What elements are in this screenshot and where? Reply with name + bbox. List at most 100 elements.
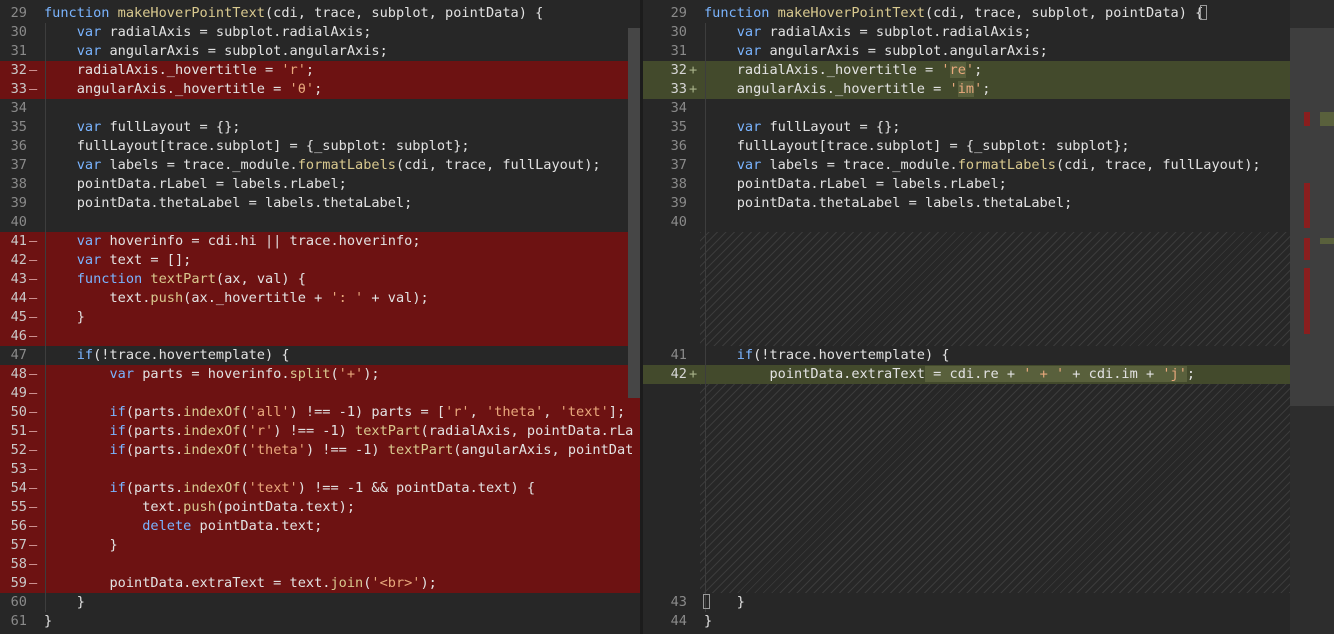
code-line[interactable]: 40 xyxy=(0,213,640,232)
deleted-line[interactable]: 44— text.push(ax._hovertitle + ': ' + va… xyxy=(0,289,640,308)
code-text[interactable]: } xyxy=(704,612,712,631)
code-line[interactable]: 35 var fullLayout = {}; xyxy=(643,118,1290,137)
added-line[interactable]: 42 + pointData.extraText = cdi.re + ' + '… xyxy=(643,365,1290,384)
code-text[interactable]: if(parts.indexOf('r') !== -1) textPart(r… xyxy=(44,422,633,441)
deleted-line[interactable]: 48— var parts = hoverinfo.split('+'); xyxy=(0,365,640,384)
code-line[interactable]: 61} xyxy=(0,612,640,631)
code-line[interactable]: 36 fullLayout[trace.subplot] = {_subplot… xyxy=(0,137,640,156)
deleted-line[interactable]: 32— radialAxis._hovertitle = 'r'; xyxy=(0,61,640,80)
deleted-line[interactable]: 45— } xyxy=(0,308,640,327)
code-text[interactable]: pointData.thetaLabel = labels.thetaLabel… xyxy=(44,194,413,213)
code-text[interactable]: } xyxy=(704,593,745,612)
code-text[interactable]: pointData.thetaLabel = labels.thetaLabel… xyxy=(704,194,1073,213)
code-text[interactable]: function makeHoverPointText(cdi, trace, … xyxy=(704,4,1203,23)
code-line[interactable]: 30 var radialAxis = subplot.radialAxis; xyxy=(643,23,1290,42)
code-line[interactable]: 41 if(!trace.hovertemplate) { xyxy=(643,346,1290,365)
added-line[interactable]: 32 + radialAxis._hovertitle = 're'; xyxy=(643,61,1290,80)
code-text[interactable]: text.push(ax._hovertitle + ': ' + val); xyxy=(44,289,428,308)
code-line[interactable]: 36 fullLayout[trace.subplot] = {_subplot… xyxy=(643,137,1290,156)
code-line[interactable]: 29 function makeHoverPointText(cdi, trace… xyxy=(643,4,1290,23)
code-line[interactable]: 35 var fullLayout = {}; xyxy=(0,118,640,137)
code-line[interactable]: 39 pointData.thetaLabel = labels.thetaLa… xyxy=(643,194,1290,213)
deleted-line[interactable]: 56— delete pointData.text; xyxy=(0,517,640,536)
code-text[interactable]: var angularAxis = subplot.angularAxis; xyxy=(44,42,388,61)
diff-minimap[interactable] xyxy=(1290,0,1334,634)
code-token: ' + ' xyxy=(1023,366,1065,382)
code-text[interactable]: var parts = hoverinfo.split('+'); xyxy=(44,365,379,384)
code-text[interactable]: pointData.extraText = text.join('<br>'); xyxy=(44,574,436,593)
code-line[interactable]: 43 } xyxy=(643,593,1290,612)
deleted-line[interactable]: 57— } xyxy=(0,536,640,555)
deleted-line[interactable]: 42— var text = []; xyxy=(0,251,640,270)
code-text[interactable]: pointData.extraText = cdi.re + ' + ' + c… xyxy=(704,365,1195,384)
code-text[interactable]: fullLayout[trace.subplot] = {_subplot: s… xyxy=(704,137,1130,156)
code-text[interactable]: var labels = trace._module.formatLabels(… xyxy=(704,156,1261,175)
code-text[interactable]: var fullLayout = {}; xyxy=(44,118,241,137)
code-text[interactable]: if(parts.indexOf('theta') !== -1) textPa… xyxy=(44,441,633,460)
code-text[interactable]: if(parts.indexOf('text') !== -1 && point… xyxy=(44,479,535,498)
code-line[interactable]: 31 var angularAxis = subplot.angularAxis… xyxy=(643,42,1290,61)
code-text[interactable]: if(!trace.hovertemplate) { xyxy=(44,346,290,365)
code-line[interactable]: 31 var angularAxis = subplot.angularAxis… xyxy=(0,42,640,61)
code-line[interactable]: 40 xyxy=(643,213,1290,232)
deleted-line[interactable]: 59— pointData.extraText = text.join('<br… xyxy=(0,574,640,593)
code-line[interactable]: 37 var labels = trace._module.formatLabe… xyxy=(0,156,640,175)
code-text[interactable]: if(parts.indexOf('all') !== -1) parts = … xyxy=(44,403,625,422)
code-text[interactable]: } xyxy=(44,612,52,631)
deleted-line[interactable]: 41— var hoverinfo = cdi.hi || trace.hove… xyxy=(0,232,640,251)
code-text[interactable]: } xyxy=(44,308,85,327)
deleted-line[interactable]: 53— xyxy=(0,460,640,479)
deleted-line[interactable]: 55— text.push(pointData.text); xyxy=(0,498,640,517)
code-text[interactable]: var labels = trace._module.formatLabels(… xyxy=(44,156,601,175)
deleted-line[interactable]: 33— angularAxis._hovertitle = 'θ'; xyxy=(0,80,640,99)
code-line[interactable]: 34 xyxy=(0,99,640,118)
code-text[interactable]: function makeHoverPointText(cdi, trace, … xyxy=(44,4,543,23)
code-text[interactable]: var angularAxis = subplot.angularAxis; xyxy=(704,42,1048,61)
code-text[interactable]: var hoverinfo = cdi.hi || trace.hoverinf… xyxy=(44,232,421,251)
code-text[interactable]: var radialAxis = subplot.radialAxis; xyxy=(704,23,1032,42)
code-text[interactable]: radialAxis._hovertitle = 're'; xyxy=(704,61,982,80)
code-line[interactable]: 30 var radialAxis = subplot.radialAxis; xyxy=(0,23,640,42)
deleted-line[interactable]: 46— xyxy=(0,327,640,346)
code-text[interactable]: angularAxis._hovertitle = 'θ'; xyxy=(44,80,323,99)
code-line[interactable]: 39 pointData.thetaLabel = labels.thetaLa… xyxy=(0,194,640,213)
deletion-marker: — xyxy=(29,252,38,268)
code-text[interactable]: var radialAxis = subplot.radialAxis; xyxy=(44,23,372,42)
deleted-line[interactable]: 49— xyxy=(0,384,640,403)
code-text[interactable]: radialAxis._hovertitle = 'r'; xyxy=(44,61,314,80)
code-line[interactable]: 38 pointData.rLabel = labels.rLabel; xyxy=(643,175,1290,194)
code-text[interactable]: text.push(pointData.text); xyxy=(44,498,355,517)
code-text[interactable]: if(!trace.hovertemplate) { xyxy=(704,346,950,365)
code-line[interactable]: 38 pointData.rLabel = labels.rLabel; xyxy=(0,175,640,194)
code-text[interactable]: delete pointData.text; xyxy=(44,517,322,536)
code-text[interactable]: angularAxis._hovertitle = 'im'; xyxy=(704,80,990,99)
minimap-viewport[interactable] xyxy=(1290,28,1334,406)
deleted-line[interactable]: 54— if(parts.indexOf('text') !== -1 && p… xyxy=(0,479,640,498)
deleted-line[interactable]: 52— if(parts.indexOf('theta') !== -1) te… xyxy=(0,441,640,460)
code-text[interactable]: fullLayout[trace.subplot] = {_subplot: s… xyxy=(44,137,470,156)
code-line[interactable]: 37 var labels = trace._module.formatLabe… xyxy=(643,156,1290,175)
code-text[interactable]: var text = []; xyxy=(44,251,192,270)
code-text[interactable]: var fullLayout = {}; xyxy=(704,118,901,137)
code-text[interactable]: function textPart(ax, val) { xyxy=(44,270,306,289)
deleted-line[interactable]: 43— function textPart(ax, val) { xyxy=(0,270,640,289)
left-diff-pane[interactable]: 29 function makeHoverPointText(cdi, trace… xyxy=(0,0,640,634)
code-text[interactable]: pointData.rLabel = labels.rLabel; xyxy=(704,175,1007,194)
right-diff-pane[interactable]: 29 function makeHoverPointText(cdi, trace… xyxy=(643,0,1290,634)
code-line[interactable]: 60 } xyxy=(0,593,640,612)
code-line[interactable]: 34 xyxy=(643,99,1290,118)
code-text[interactable]: pointData.rLabel = labels.rLabel; xyxy=(44,175,347,194)
deleted-line[interactable]: 50— if(parts.indexOf('all') !== -1) part… xyxy=(0,403,640,422)
code-line[interactable]: 29 function makeHoverPointText(cdi, trace… xyxy=(0,4,640,23)
code-line[interactable]: 47 if(!trace.hovertemplate) { xyxy=(0,346,640,365)
code-text[interactable]: } xyxy=(44,536,117,555)
code-text[interactable]: } xyxy=(44,593,85,612)
code-token: (ax._hovertitle + xyxy=(183,290,331,306)
left-scrollbar[interactable] xyxy=(628,28,640,398)
deleted-line[interactable]: 51— if(parts.indexOf('r') !== -1) textPa… xyxy=(0,422,640,441)
code-line[interactable]: 44} xyxy=(643,612,1290,631)
code-token: formatLabels xyxy=(957,157,1056,173)
added-line[interactable]: 33 + angularAxis._hovertitle = 'im'; xyxy=(643,80,1290,99)
deleted-line[interactable]: 58— xyxy=(0,555,640,574)
